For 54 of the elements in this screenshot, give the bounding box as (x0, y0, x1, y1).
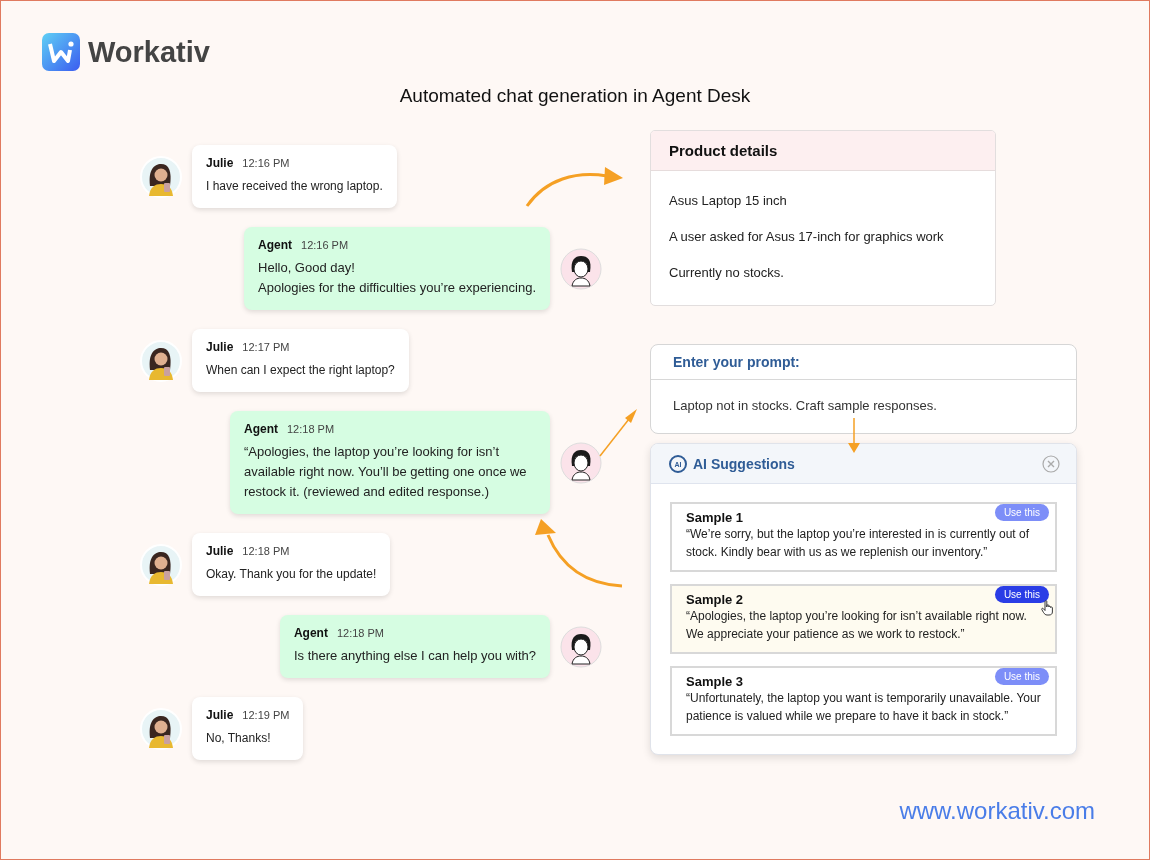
agent-avatar (560, 625, 602, 668)
message-text: Is there anything else I can help you with? (293, 647, 536, 665)
sender-name: Julie (206, 340, 234, 354)
agent-avatar (560, 247, 602, 290)
sample-card[interactable]: Sample 3 Use this “Unfortunately, the laptop you want is temporarily unavailable. Your patience is valued while we prepare to have it back in stock.” (670, 666, 1057, 736)
sample-card[interactable]: Sample 1 Use this “We’re sorry, but the laptop you’re interested in is currently out of stock. Kindly bear with us as we replenish our inventory.” (670, 502, 1057, 572)
message-text: Apologies for the difficulties you’re experiencing. (258, 279, 536, 297)
product-detail: Currently no stocks. (669, 264, 785, 282)
message-time: 12:17 PM (242, 341, 290, 353)
agent-avatar (560, 441, 602, 484)
message-time: 12:16 PM (301, 239, 349, 251)
product-detail: Asus Laptop 15 inch (669, 192, 788, 210)
sender-name: Agent (258, 238, 292, 252)
message-text: When can I expect the right laptop? (206, 362, 395, 379)
sample-title: Sample 3 (686, 674, 744, 689)
sample-card[interactable]: Sample 2 Use this “Apologies, the laptop you’re looking for isn’t available right now. We appreciate your patience as we work to restock.” (670, 584, 1057, 654)
sample-title: Sample 1 (686, 510, 744, 525)
sample-text: “Apologies, the laptop you’re looking for isn’t available right now. We appreciate your patience as we work to restock.” (686, 608, 1028, 643)
person-avatar (140, 339, 182, 382)
close-icon[interactable] (1042, 455, 1060, 473)
brand-name: Workativ (88, 35, 210, 69)
hand-cursor-icon (1041, 600, 1055, 616)
panel-title: AI Suggestions (693, 456, 796, 472)
sample-text: “Unfortunately, the laptop you want is temporarily unavailable. Your patience is valued while we prepare to have it back in stock.” (686, 690, 1041, 725)
message-text: “Apologies, the laptop you’re looking for isn’t available right now. You’ll be getting one once we restock it. (reviewed and edited response.) (244, 443, 528, 501)
person-avatar (140, 543, 182, 586)
card-header: Enter your prompt: (651, 345, 1076, 380)
page-title: Automated chat generation in Agent Desk (398, 85, 752, 107)
message-text: Hello, Good day! (258, 259, 356, 277)
sender-name: Julie (206, 544, 234, 558)
card-header: Product details (651, 131, 995, 171)
sender-name: Julie (206, 156, 234, 170)
message-time: 12:18 PM (336, 627, 384, 639)
message-text: No, Thanks! (206, 730, 272, 747)
logo-icon (42, 33, 80, 71)
message-time: 12:19 PM (242, 709, 290, 721)
sample-title: Sample 2 (686, 592, 744, 607)
sample-text: “We’re sorry, but the laptop you’re interested in is currently out of stock. Kindly bear with us as we replenish our inventory.” (686, 526, 1031, 561)
product-detail: A user asked for Asus 17-inch for graphics work (669, 228, 945, 246)
website-link[interactable]: www.workativ.com (899, 797, 1095, 825)
message-text: I have received the wrong laptop. (206, 178, 383, 195)
prompt-field[interactable]: Laptop not in stocks. Craft sample responses. (651, 380, 1076, 433)
message-time: 12:18 PM (242, 545, 290, 557)
message-time: 12:16 PM (242, 157, 290, 169)
arrow (599, 409, 637, 457)
arrow (848, 417, 860, 453)
message-time: 12:18 PM (287, 423, 335, 435)
sender-name: Julie (206, 708, 234, 722)
message-text: Okay. Thank you for the update! (206, 566, 377, 583)
sender-name: Agent (244, 422, 278, 436)
use-this-button[interactable]: Use this (994, 586, 1049, 603)
person-avatar (140, 155, 182, 198)
sender-name: Agent (293, 626, 328, 640)
person-avatar (140, 707, 182, 750)
